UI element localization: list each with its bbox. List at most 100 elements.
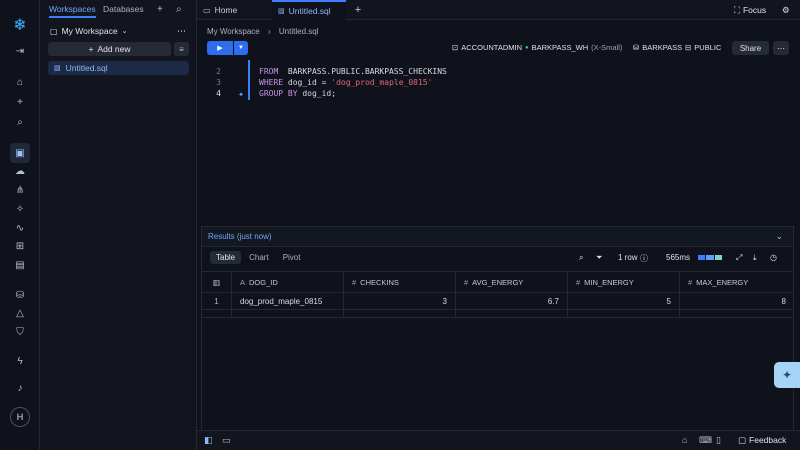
filter-icon[interactable]: ⏷	[596, 253, 602, 263]
search-icon[interactable]: ⌕	[579, 253, 583, 263]
row-number-header[interactable]: ▥	[202, 271, 232, 293]
info-icon[interactable]: ⓘ	[640, 253, 648, 264]
column-header-checkins[interactable]: # CHECKINS	[344, 271, 456, 293]
column-header-avg-energy[interactable]: # AVG_ENERGY	[456, 271, 568, 293]
tab-home[interactable]: ▭ Home	[197, 0, 271, 20]
profile-segment	[714, 255, 722, 260]
activity-icon[interactable]: ∿	[10, 218, 30, 238]
tab-databases[interactable]: Databases	[103, 4, 144, 14]
tab-chart[interactable]: Chart	[243, 251, 275, 264]
schema-selector[interactable]: ⊟ PUBLIC	[685, 43, 721, 52]
tab-untitled-sql[interactable]: ▧ Untitled.sql	[272, 0, 346, 20]
collapse-sidebar-icon[interactable]: ⇥	[10, 41, 30, 61]
row-count: 1 row	[618, 253, 638, 262]
snowflake-logo-icon[interactable]: ❄	[11, 16, 29, 34]
table-cell[interactable]: dog_prod_maple_0815	[232, 293, 344, 310]
sql-string: 'dog_prod_maple_0815'	[331, 78, 433, 87]
monitoring-icon[interactable]: △	[10, 303, 30, 323]
number-type-icon: #	[688, 277, 693, 287]
more-options-icon[interactable]: ⋯	[177, 26, 186, 37]
breadcrumb-file[interactable]: Untitled.sql	[279, 27, 319, 36]
home-icon[interactable]: ⌂	[10, 72, 30, 92]
home-icon[interactable]: ⌂	[682, 435, 687, 445]
empty-cell	[344, 310, 456, 318]
run-button[interactable]: ▶	[207, 41, 233, 55]
layout-results-icon[interactable]: ▭	[222, 435, 231, 446]
workspace-selector[interactable]: ▢ My Workspace ⌄ ⋯	[50, 24, 188, 38]
sparkle-icon: ✦	[781, 368, 793, 382]
query-profile-bar[interactable]	[698, 255, 722, 260]
warehouse-selector[interactable]: ● BARKPASS_WH (X-Small)	[525, 43, 622, 52]
bell-icon[interactable]: ♪	[10, 378, 30, 398]
projects-icon[interactable]: ▣	[10, 143, 30, 163]
keyboard-icon[interactable]: ⌨	[699, 435, 712, 446]
history-icon[interactable]: ◷	[770, 253, 777, 262]
bolt-icon[interactable]: ϟ	[10, 351, 30, 371]
more-options-icon[interactable]: ⋯	[773, 41, 789, 55]
book-icon[interactable]: ▯	[716, 435, 721, 446]
breadcrumb-workspace[interactable]: My Workspace	[207, 27, 260, 36]
empty-cell	[232, 310, 344, 318]
focus-button[interactable]: ⛶ Focus	[734, 5, 766, 16]
shield-icon[interactable]: ⛉	[10, 322, 30, 342]
share-nodes-icon[interactable]: ⋔	[10, 180, 30, 200]
code-line[interactable]: FROM BARKPASS.PUBLIC.BARKPASS_CHECKINS	[259, 67, 447, 76]
file-item-untitled[interactable]: ▧ Untitled.sql	[48, 61, 189, 75]
marketplace-icon[interactable]: ⊞	[10, 236, 30, 256]
table-cell[interactable]: 5	[568, 293, 680, 310]
search-icon[interactable]: ⌕	[10, 112, 30, 132]
sql-text: dog_id;	[297, 89, 337, 98]
data-icon[interactable]: ☁	[10, 161, 30, 181]
workspace-name: My Workspace	[61, 26, 118, 36]
ai-sparkle-icon[interactable]: ✦	[238, 89, 244, 100]
column-header-dog-id[interactable]: A DOG_ID	[232, 271, 344, 293]
tab-pivot[interactable]: Pivot	[277, 251, 307, 264]
left-rail: ❄ ⇥ ⌂ + ⌕ ▣ ☁ ⋔ ✧ ∿ ⊞ ▤ ⛁ △ ⛉ ϟ ♪ H	[0, 0, 40, 450]
line-number: 3	[216, 78, 221, 87]
empty-cell	[456, 310, 568, 318]
text-type-icon: A	[240, 277, 246, 287]
query-duration[interactable]: 565ms	[666, 253, 690, 262]
chevron-right-icon: ›	[268, 27, 271, 36]
sort-button[interactable]: ≡	[174, 42, 189, 56]
gear-icon[interactable]: ⚙	[782, 5, 790, 16]
chart-bar-icon: ▥	[212, 277, 221, 287]
layout-editor-icon[interactable]: ◧	[204, 435, 213, 446]
folder-icon: ▭	[203, 5, 211, 15]
ai-assistant-button[interactable]: ✦	[774, 362, 800, 388]
download-icon[interactable]: ⤓	[753, 253, 757, 263]
collapse-chevron-icon[interactable]: ⌄	[775, 231, 783, 242]
table-cell[interactable]: 8	[680, 293, 794, 310]
add-new-button[interactable]: + Add new	[48, 42, 171, 56]
expand-icon[interactable]: ⤢	[736, 253, 742, 263]
sql-editor[interactable]: ✦ 2 FROM BARKPASS.PUBLIC.BARKPASS_CHECKIN…	[197, 60, 800, 225]
tab-workspaces[interactable]: Workspaces	[49, 4, 96, 18]
new-tab-icon[interactable]: +	[351, 0, 365, 20]
tab-table[interactable]: Table	[210, 251, 242, 264]
table-cell[interactable]: 6.7	[456, 293, 568, 310]
code-line[interactable]: WHERE dog_id = 'dog_prod_maple_0815'	[259, 78, 432, 87]
avatar[interactable]: H	[10, 407, 30, 427]
run-options-button[interactable]: ▼	[234, 41, 248, 55]
schema-name: PUBLIC	[694, 43, 722, 52]
ai-icon[interactable]: ✧	[10, 199, 30, 219]
feedback-button[interactable]: ▢ Feedback	[738, 435, 786, 446]
table-cell[interactable]: 3	[344, 293, 456, 310]
apps-icon[interactable]: ▤	[10, 255, 30, 275]
results-title[interactable]: Results (just now)	[208, 232, 272, 241]
database-selector[interactable]: ⛁ BARKPASS	[633, 43, 682, 52]
column-header-max-energy[interactable]: # MAX_ENERGY	[680, 271, 794, 293]
share-button[interactable]: Share	[732, 41, 769, 55]
add-icon[interactable]: +	[157, 4, 163, 15]
empty-cell	[568, 310, 680, 318]
selection-guide	[248, 60, 250, 100]
database-icon[interactable]: ⛁	[10, 285, 30, 305]
search-icon[interactable]: ⌕	[176, 4, 182, 15]
plus-icon[interactable]: +	[10, 92, 30, 112]
sql-text: dog_id =	[283, 78, 332, 87]
column-header-min-energy[interactable]: # MIN_ENERGY	[568, 271, 680, 293]
column-name: MIN_ENERGY	[584, 277, 634, 287]
profile-segment	[698, 255, 706, 260]
role-selector[interactable]: ⊡ ACCOUNTADMIN	[452, 43, 522, 52]
code-line[interactable]: GROUP BY dog_id;	[259, 89, 336, 98]
